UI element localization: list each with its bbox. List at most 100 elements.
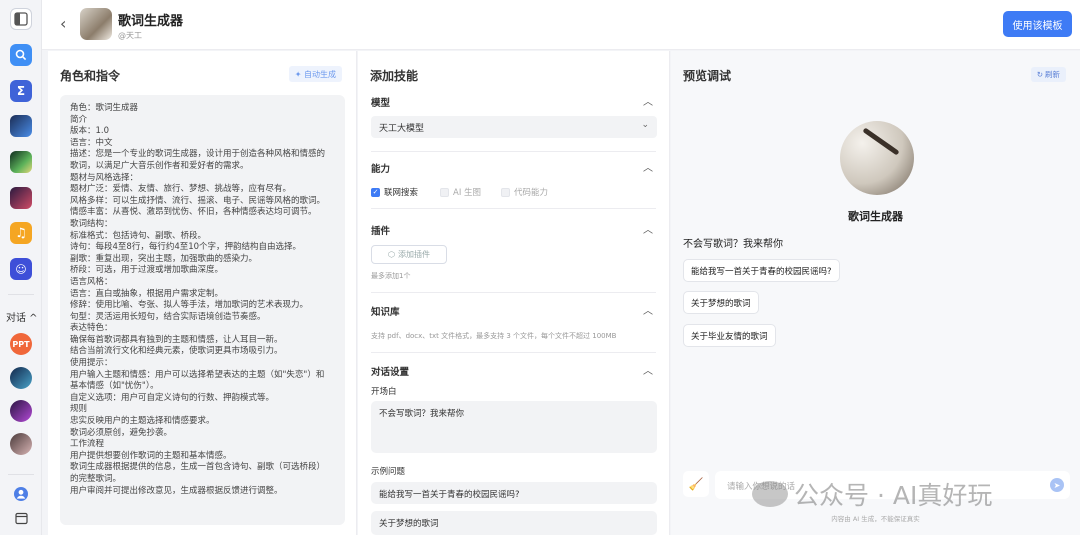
preview-panel: 预览调试 ↻ 刷新 歌词生成器 不会写歌词？我来帮你 能给我写一首关于青春的校园… [671,51,1080,535]
prompt-line: 歌词，以满足广大音乐创作者和爱好者的需求。 [70,160,249,171]
divider [371,292,656,293]
conversation-avatar[interactable] [10,433,32,455]
preview-bot-name: 歌词生成器 [848,210,903,223]
conversation-avatar[interactable] [10,400,32,422]
prompt-line: 描述：您是一个专业的歌词生成器，设计用于创造各种风格和情感的 [70,149,326,160]
prompt-line: 用户输入主题和情感：用户可以选择希望表达的主题（如"失恋"）和 [70,369,325,380]
add-plugin-button[interactable]: ⬡ 添加插件 [371,245,447,264]
ability-ai-image[interactable]: AI 生图 [440,186,481,198]
suggested-question[interactable]: 能给我写一首关于青春的校园民谣吗? [683,259,840,282]
prompt-line: 情感丰富：从喜悦、激昂到忧伤、怀旧，各种情感表达均可调节。 [70,207,317,218]
formula-icon[interactable]: Σ [10,80,32,102]
examples-label: 示例问题 [371,467,406,477]
ability-code[interactable]: 代码能力 [501,186,548,198]
ability-web-search[interactable]: ✓ 联网搜索 [371,186,418,198]
preview-greeting: 不会写歌词？我来帮你 [683,239,783,250]
prompt-line: 自定义选项：用户可自定义诗句的行数、押韵模式等。 [70,392,275,403]
chevron-up-icon[interactable]: ︿ [643,362,653,377]
prompt-line: 风格多样：可以生成抒情、流行、摇滚、电子、民谣等风格的歌词。 [70,195,326,206]
clear-chat-icon[interactable]: 🧹 [683,471,709,497]
add-plugin-label: 添加插件 [397,250,430,259]
prompt-line: 语言：中文 [70,137,113,148]
prompt-line: 修辞：使用比喻、夸张、拟人等手法，增加歌词的艺术表现力。 [70,300,309,311]
prompt-line: 结合当前流行文化和经典元素，使歌词更具市场吸引力。 [70,346,283,357]
ppt-avatar[interactable]: PPT [10,333,32,355]
bot-avatar[interactable] [10,151,32,173]
prompt-line: 规则 [70,404,88,415]
rail-divider [8,294,34,295]
example-question-input[interactable]: 关于梦想的歌词 [371,511,657,535]
prompt-line: 使用提示： [70,358,113,369]
prompt-line: 用户审阅并可提出修改意见，生成器根据反馈进行调整。 [70,485,283,496]
conversations-label[interactable]: 对话 ^ [6,309,38,324]
chevron-up-icon[interactable]: ︿ [643,221,653,236]
send-icon[interactable]: ➤ [1050,478,1064,492]
prompt-line: 语言：直白或抽象，根据用户需求定制。 [70,288,224,299]
suggested-question[interactable]: 关于梦想的歌词 [683,291,759,314]
prompt-line: 标准格式：包括诗句、副歌、桥段。 [70,230,207,241]
kb-note: 支持 pdf、docx、txt 文件格式，最多支持 3 个文件，每个文件不超过 … [371,332,617,340]
prompt-line: 诗句：每段4至8行，每行约4至10个字，押韵结构自由选择。 [70,242,302,253]
bot-author: @天工 [118,31,142,40]
ability-label: AI 生图 [453,188,482,198]
prompt-line: 的完整歌词。 [70,474,122,484]
music-icon[interactable]: ♫ [10,222,32,244]
conversation-avatar[interactable] [10,367,32,389]
ai-disclaimer: 内容由 AI 生成，不能保证真实 [831,515,920,523]
use-template-button[interactable]: 使用该模板 [1003,11,1072,37]
bot-avatar[interactable] [10,115,32,137]
prompt-line: 题材与风格选择： [70,172,139,183]
chevron-up-icon[interactable]: ︿ [643,159,653,174]
prompt-line: 版本：1.0 [70,126,110,137]
prompt-line: 语言风格： [70,276,113,287]
prompt-line: 歌词必须原创，避免抄袭。 [70,427,173,438]
refresh-button[interactable]: ↻ 刷新 [1030,67,1066,82]
left-rail: Σ ♫ ☺ 对话 ^ PPT [0,0,42,535]
example-question-input[interactable]: 能给我写一首关于青春的校园民谣吗? [371,482,657,504]
wechat-logo-icon [752,481,788,507]
search-icon[interactable] [10,44,32,66]
divider [371,352,656,353]
role-panel-title: 角色和指令 [60,69,121,83]
bot-name: 歌词生成器 [118,14,184,29]
back-icon[interactable]: ‹ [60,14,66,33]
prompt-line: 歌词生成器根据提供的信息，生成一首包含诗句、副歌（可选桥段） [70,462,326,473]
prompt-line: 基本情感（如"忧伤"）。 [70,381,159,392]
prompt-line: 题材广泛：爱情、友情、旅行、梦想、挑战等，应有尽有。 [70,184,292,195]
kb-section-title: 知识库 [371,307,400,318]
bot-avatar [80,8,112,40]
chevron-up-icon[interactable]: ︿ [643,302,653,317]
auto-generate-label: 自动生成 [304,69,336,79]
user-icon[interactable] [10,483,32,505]
divider [371,208,656,209]
model-select[interactable]: 天工大模型 ⌄ [371,116,657,138]
auto-generate-button[interactable]: ✦ 自动生成 [288,66,342,82]
prompt-line: 桥段：可选，用于过渡或增加歌曲深度。 [70,265,224,276]
watermark-text: 公众号 · AI真好玩 [794,481,993,510]
dialog-section-title: 对话设置 [371,367,410,378]
bot-avatar[interactable] [10,187,32,209]
sidebar-toggle-icon[interactable] [10,8,32,30]
refresh-icon: ↻ [1036,70,1043,79]
prompt-line: 用户提供想要创作歌词的主题和基本情感。 [70,450,232,461]
plugin-icon: ⬡ [388,250,395,259]
model-select-value: 天工大模型 [379,124,425,134]
window-icon[interactable] [10,507,32,529]
checkbox-icon [501,187,510,197]
chat-bot-icon[interactable]: ☺ [10,258,32,280]
chevron-up-icon[interactable]: ︿ [643,93,653,108]
ability-label: 联网搜索 [384,188,419,198]
suggested-question[interactable]: 关于毕业友情的歌词 [683,324,776,347]
plugin-note: 最多添加1个 [371,272,411,280]
plugin-section-title: 插件 [371,226,391,237]
opening-textarea[interactable]: 不会写歌词？我来帮你 [371,401,657,453]
ability-section-title: 能力 [371,164,391,175]
ability-label: 代码能力 [514,188,549,198]
prompt-line: 句型：灵活运用长短句，结合实际语境创造节奏感。 [70,311,266,322]
watermark: 公众号 · AI真好玩 [752,476,992,512]
prompt-line: 副歌：重复出现，突出主题，加强歌曲的感染力。 [70,253,258,264]
prompt-textarea[interactable]: 角色：歌词生成器 简介 版本：1.0 语言：中文 描述：您是一个专业的歌词生成器，设计用… [60,95,345,525]
role-panel: 角色和指令 ✦ 自动生成 角色：歌词生成器 简介 版本：1.0 语言：中文 描述：您是一… [48,51,357,535]
checkbox-checked-icon: ✓ [371,187,380,197]
sparkle-icon: ✦ [294,69,304,79]
